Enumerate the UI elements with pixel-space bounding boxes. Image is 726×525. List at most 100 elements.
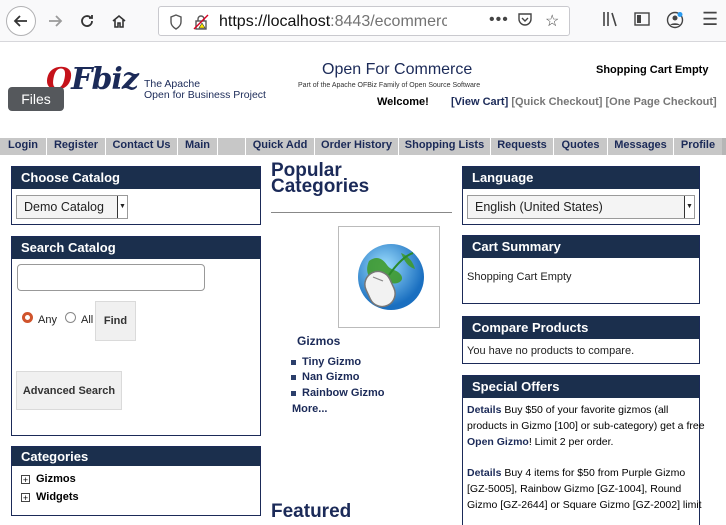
insecure-lock-icon[interactable] <box>193 14 209 30</box>
popular-category-name[interactable]: Gizmos <box>297 334 340 348</box>
globe-mouse-icon <box>358 244 424 310</box>
tab-messages[interactable]: Messages <box>607 138 673 155</box>
featured-heading: Featured <box>271 501 352 522</box>
view-cart-link[interactable]: [View Cart] <box>451 96 508 108</box>
radio-any[interactable] <box>22 312 33 323</box>
language-panel: Language English (United States) ▼ <box>462 166 700 225</box>
welcome-text: Welcome! <box>377 96 429 108</box>
more-link[interactable]: More... <box>292 403 327 415</box>
shield-icon[interactable] <box>169 14 185 30</box>
reload-icon <box>81 15 93 27</box>
logo-text: Fbiz <box>71 62 139 97</box>
tab-spacer <box>217 138 245 155</box>
product-link-nan-gizmo[interactable]: Nan Gizmo <box>302 371 359 383</box>
categories-panel: Categories + Gizmos + Widgets <box>11 446 261 516</box>
language-select[interactable]: English (United States) ▼ <box>467 195 695 219</box>
offer-1-text: Buy $50 of your favorite gizmos (all pro… <box>467 404 705 432</box>
open-gizmo-link[interactable]: Open Gizmo <box>467 436 529 448</box>
choose-catalog-panel: Choose Catalog Demo Catalog ▼ <box>11 166 261 225</box>
compare-products-title: Compare Products <box>463 317 699 339</box>
quick-checkout-link[interactable]: [Quick Checkout] <box>511 96 602 108</box>
forward-button[interactable] <box>40 6 70 36</box>
bookmark-star-icon[interactable]: ☆ <box>545 11 559 31</box>
expand-icon[interactable]: + <box>21 493 30 503</box>
compare-products-text: You have no products to compare. <box>467 345 635 357</box>
cart-summary-title: Cart Summary <box>463 236 699 258</box>
catalog-select[interactable]: Demo Catalog ▼ <box>16 195 128 219</box>
category-gizmos[interactable]: Gizmos <box>36 473 76 485</box>
offer-2-text: Buy 4 items for $50 from Purple Gizmo [G… <box>467 467 702 511</box>
offer-2: Details Buy 4 items for $50 from Purple … <box>467 465 705 513</box>
menu-icon[interactable]: ☰ <box>702 9 718 30</box>
tab-contact-us[interactable]: Contact Us <box>105 138 177 155</box>
url-path: :8443/ecommerce/co <box>330 13 447 30</box>
logo-subtitle: The Apache Open for Business Project <box>144 79 266 101</box>
radio-any-label: Any <box>38 314 57 326</box>
header-cart-status: Shopping Cart Empty <box>596 64 709 76</box>
browser-toolbar: https://localhost:8443/ecommerce/co ••• … <box>0 0 726 42</box>
tab-login[interactable]: Login <box>0 138 46 155</box>
main-tab-bar: Login Register Contact Us Main Quick Add… <box>0 138 726 155</box>
product-link-rainbow-gizmo[interactable]: Rainbow Gizmo <box>302 387 385 399</box>
one-page-checkout-link[interactable]: [One Page Checkout] <box>605 96 716 108</box>
choose-catalog-title: Choose Catalog <box>12 167 260 189</box>
search-catalog-panel: Search Catalog Any All Find Advanced Sea… <box>11 236 261 436</box>
chevron-down-icon: ▼ <box>117 196 127 218</box>
back-arrow-icon <box>13 15 27 27</box>
home-icon <box>112 14 126 28</box>
find-button[interactable]: Find <box>95 301 136 341</box>
chevron-down-icon: ▼ <box>684 196 694 218</box>
sidebar-icon[interactable] <box>634 11 650 31</box>
divider <box>271 212 452 213</box>
bullet-icon <box>291 360 296 365</box>
search-catalog-title: Search Catalog <box>12 237 260 259</box>
tab-register[interactable]: Register <box>46 138 105 155</box>
reload-button[interactable] <box>72 6 102 36</box>
advanced-search-button[interactable]: Advanced Search <box>16 371 122 410</box>
expand-icon[interactable]: + <box>21 475 30 485</box>
offer-1: Details Buy $50 of your favorite gizmos … <box>467 402 705 450</box>
tab-shopping-lists[interactable]: Shopping Lists <box>398 138 490 155</box>
gizmos-category-image[interactable] <box>338 226 440 328</box>
tab-requests[interactable]: Requests <box>490 138 553 155</box>
language-select-value: English (United States) <box>475 200 603 214</box>
library-icon[interactable] <box>602 11 620 31</box>
back-button[interactable] <box>6 6 36 36</box>
files-button[interactable]: Files <box>8 87 64 111</box>
search-input[interactable] <box>17 264 205 291</box>
bullet-icon <box>291 391 296 396</box>
popular-categories-heading: Popular Categories <box>271 161 370 197</box>
language-title: Language <box>463 167 699 189</box>
cart-summary-text: Shopping Cart Empty <box>467 271 572 283</box>
offer-1-details-link[interactable]: Details <box>467 404 501 416</box>
bullet-icon <box>291 375 296 380</box>
tab-main[interactable]: Main <box>177 138 217 155</box>
tab-quotes[interactable]: Quotes <box>553 138 607 155</box>
product-link-tiny-gizmo[interactable]: Tiny Gizmo <box>302 356 361 368</box>
cart-links: [View Cart] [Quick Checkout] [One Page C… <box>451 96 717 108</box>
radio-all[interactable] <box>65 312 76 323</box>
tab-order-history[interactable]: Order History <box>314 138 398 155</box>
tab-profile[interactable]: Profile <box>673 138 722 155</box>
logo-sub-line-2: Open for Business Project <box>144 89 266 101</box>
account-icon[interactable] <box>666 11 684 33</box>
url-host: https://localhost <box>219 13 331 30</box>
url-text[interactable]: https://localhost:8443/ecommerce/co <box>219 13 447 31</box>
offer-2-details-link[interactable]: Details <box>467 467 501 479</box>
cart-summary-panel: Cart Summary Shopping Cart Empty <box>462 235 700 304</box>
radio-all-label: All <box>81 314 94 326</box>
catalog-select-value: Demo Catalog <box>24 200 104 214</box>
pocket-icon[interactable] <box>517 11 533 32</box>
popular-title-line-2: Categories <box>271 176 370 197</box>
special-offers-title: Special Offers <box>463 376 699 398</box>
url-bar[interactable]: https://localhost:8443/ecommerce/co ••• … <box>158 6 570 36</box>
category-widgets[interactable]: Widgets <box>36 491 79 503</box>
home-button[interactable] <box>104 6 134 36</box>
site-title: Open For Commerce <box>322 61 473 78</box>
compare-products-panel: Compare Products You have no products to… <box>462 316 700 364</box>
forward-arrow-icon <box>49 15 63 27</box>
offer-1-tail: ! Limit 2 per order. <box>528 436 614 448</box>
categories-title: Categories <box>12 447 260 466</box>
page-actions-icon[interactable]: ••• <box>489 11 509 29</box>
tab-quick-add[interactable]: Quick Add <box>245 138 314 155</box>
